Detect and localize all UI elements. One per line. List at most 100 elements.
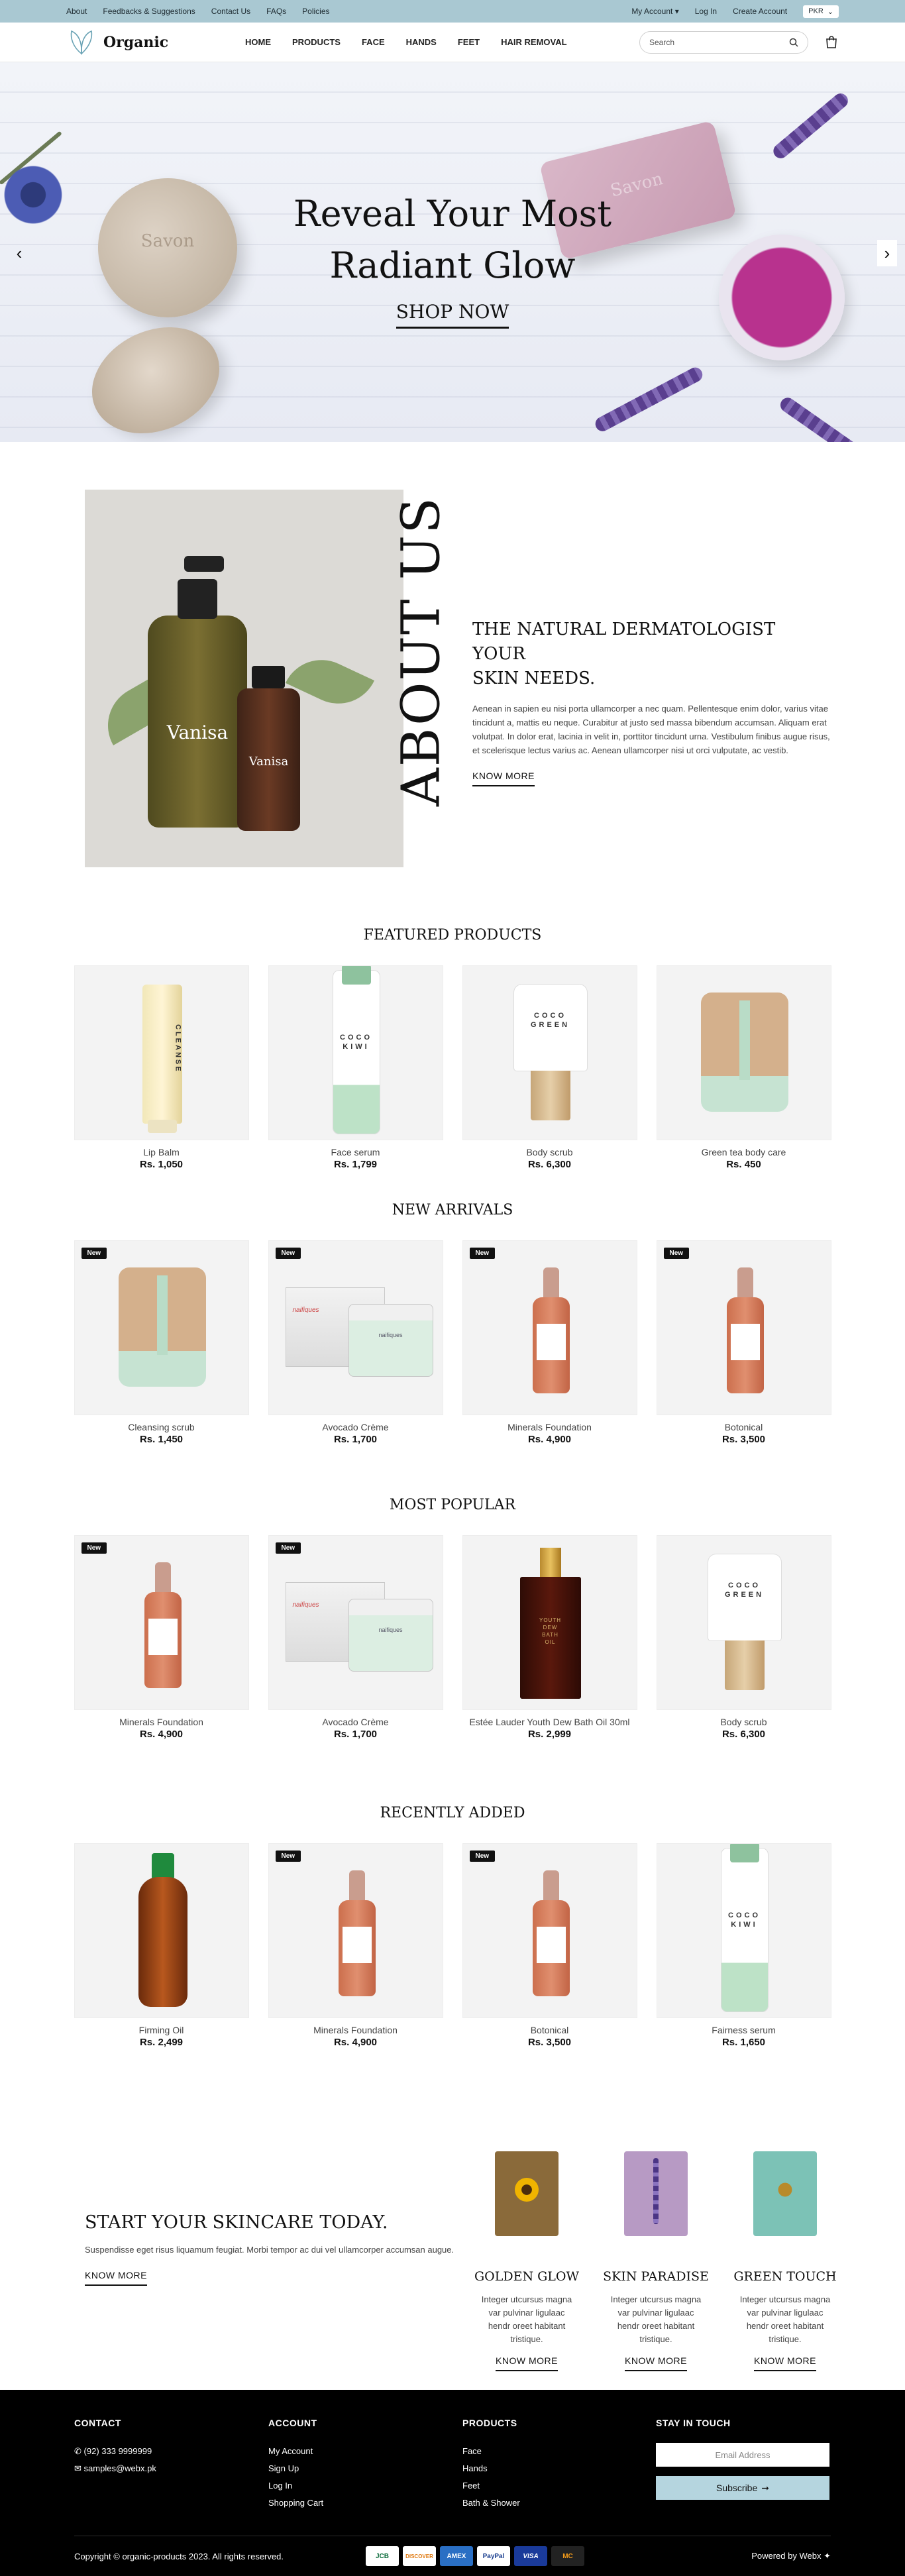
product-image[interactable]: New naifiques naifiques	[268, 1535, 443, 1710]
product-card[interactable]: CLEANSE Lip Balm Rs. 1,050	[74, 965, 249, 1170]
footer-bath-shower[interactable]: Bath & Shower	[462, 2495, 520, 2512]
product-name[interactable]: Estée Lauder Youth Dew Bath Oil 30ml	[462, 1716, 637, 1729]
product-price: Rs. 1,700	[333, 1434, 378, 1445]
cart-icon[interactable]	[824, 35, 839, 50]
product-card[interactable]: New Botonical Rs. 3,500	[656, 1240, 831, 1445]
product-card[interactable]: YOUTH DEW BATH OIL Estée Lauder Youth Dew Ba…	[462, 1535, 637, 1740]
product-card[interactable]: New Botonical Rs. 3,500	[462, 1843, 637, 2048]
slider-prev-chevron-left-icon[interactable]: ‹	[9, 240, 29, 266]
nav-hair-removal[interactable]: HAIR REMOVAL	[501, 37, 566, 47]
about-section: Vanisa Vanisa ABOUT US THE NATURAL DERMA…	[0, 442, 905, 906]
product-card[interactable]: COCO GREEN Body scrub Rs. 6,300	[462, 965, 637, 1170]
footer-my-account[interactable]: My Account	[268, 2443, 323, 2460]
product-image[interactable]: New	[268, 1843, 443, 2018]
product-name[interactable]: Botonical	[462, 2024, 637, 2037]
product-name[interactable]: Minerals Foundation	[268, 2024, 443, 2037]
link-about[interactable]: About	[66, 7, 87, 16]
footer-sign-up[interactable]: Sign Up	[268, 2460, 323, 2477]
newsletter-email-input[interactable]: Email Address	[656, 2443, 829, 2467]
product-name[interactable]: Cleansing scrub	[74, 1421, 249, 1434]
product-image[interactable]: COCO KIWI	[268, 965, 443, 1140]
product-name[interactable]: Body scrub	[657, 1716, 831, 1729]
footer-phone[interactable]: (92) 333 9999999	[84, 2446, 152, 2456]
footer-shopping-cart[interactable]: Shopping Cart	[268, 2495, 323, 2512]
product-card[interactable]: New Minerals Foundation Rs. 4,900	[74, 1535, 249, 1740]
product-name[interactable]: Avocado Crème	[268, 1421, 443, 1434]
product-card[interactable]: COCO KIWI Face serum Rs. 1,799	[268, 965, 443, 1170]
product-name[interactable]: Fairness serum	[657, 2024, 831, 2037]
product-name[interactable]: Lip Balm	[74, 1146, 249, 1159]
create-account-link[interactable]: Create Account	[733, 7, 787, 16]
link-policies[interactable]: Policies	[302, 7, 329, 16]
feature-body: Integer utcursus magna var pulvinar ligu…	[610, 2294, 702, 2344]
product-price: Rs. 4,900	[139, 1729, 184, 1740]
footer-face[interactable]: Face	[462, 2443, 520, 2460]
product-card[interactable]: Green tea body care Rs. 450	[656, 965, 831, 1170]
search-icon[interactable]	[789, 38, 798, 47]
product-card[interactable]: COCO KIWI Fairness serum Rs. 1,650	[656, 1843, 831, 2048]
product-image[interactable]: New	[462, 1843, 637, 2018]
new-badge: New	[275, 1542, 301, 1554]
product-card[interactable]: Firming Oil Rs. 2,499	[74, 1843, 249, 2048]
nav-face[interactable]: FACE	[362, 37, 385, 47]
skin-paradise-know-more-link[interactable]: KNOW MORE	[625, 2355, 687, 2371]
my-account-dropdown[interactable]: My Account ▾	[631, 7, 678, 16]
link-faqs[interactable]: FAQs	[266, 7, 286, 16]
nav-products[interactable]: PRODUCTS	[292, 37, 341, 47]
product-image[interactable]: New naifiques naifiques	[268, 1240, 443, 1415]
product-card[interactable]: COCO GREEN Body scrub Rs. 6,300	[656, 1535, 831, 1740]
product-card[interactable]: New Cleansing scrub Rs. 1,450	[74, 1240, 249, 1445]
link-feedbacks[interactable]: Feedbacks & Suggestions	[103, 7, 195, 16]
cream-jar-image: naifiques	[348, 1304, 433, 1377]
product-card[interactable]: New naifiques naifiques Avocado Crème Rs. 1,…	[268, 1535, 443, 1740]
subscribe-button[interactable]: Subscribe ➞	[656, 2476, 829, 2500]
slider-next-chevron-right-icon[interactable]: ›	[877, 240, 897, 266]
product-name[interactable]: Green tea body care	[657, 1146, 831, 1159]
new-badge: New	[469, 1851, 496, 1862]
footer-feet[interactable]: Feet	[462, 2477, 520, 2495]
product-image[interactable]: New	[462, 1240, 637, 1415]
product-name[interactable]: Botonical	[657, 1421, 831, 1434]
product-name[interactable]: Avocado Crème	[268, 1716, 443, 1729]
product-image[interactable]: YOUTH DEW BATH OIL	[462, 1535, 637, 1710]
product-image[interactable]	[656, 965, 831, 1140]
about-know-more-link[interactable]: KNOW MORE	[472, 771, 535, 786]
skincare-know-more-link[interactable]: KNOW MORE	[85, 2270, 147, 2286]
currency-select[interactable]: PKR ⌄	[803, 5, 839, 18]
product-image[interactable]: New	[74, 1240, 249, 1415]
link-contact[interactable]: Contact Us	[211, 7, 250, 16]
footer-log-in[interactable]: Log In	[268, 2477, 323, 2495]
product-price: Rs. 450	[726, 1159, 761, 1170]
product-image[interactable]: COCO KIWI	[656, 1843, 831, 2018]
logo-text: Organic	[103, 33, 169, 51]
currency-value: PKR	[808, 7, 824, 15]
product-name[interactable]: Minerals Foundation	[74, 1716, 249, 1729]
footer-email[interactable]: samples@webx.pk	[84, 2463, 156, 2473]
nav-feet[interactable]: FEET	[458, 37, 480, 47]
shop-now-button[interactable]: SHOP NOW	[396, 301, 509, 329]
product-image[interactable]: New	[74, 1535, 249, 1710]
product-name[interactable]: Face serum	[268, 1146, 443, 1159]
nav-home[interactable]: HOME	[245, 37, 271, 47]
powered-by[interactable]: Powered by Webx	[751, 2551, 821, 2561]
product-image[interactable]: COCO GREEN	[656, 1535, 831, 1710]
footer-hands[interactable]: Hands	[462, 2460, 520, 2477]
product-card[interactable]: New Minerals Foundation Rs. 4,900	[268, 1843, 443, 2048]
product-card[interactable]: New Minerals Foundation Rs. 4,900	[462, 1240, 637, 1445]
search-input[interactable]: Search	[639, 30, 808, 54]
golden-glow-know-more-link[interactable]: KNOW MORE	[496, 2355, 558, 2371]
login-link[interactable]: Log In	[695, 7, 717, 16]
product-image[interactable]	[74, 1843, 249, 2018]
product-name[interactable]: Firming Oil	[74, 2024, 249, 2037]
product-image[interactable]: CLEANSE	[74, 965, 249, 1140]
jcb-card-icon: JCB	[366, 2546, 399, 2566]
product-card[interactable]: New naifiques naifiques Avocado Crème Rs. 1,…	[268, 1240, 443, 1445]
logo[interactable]: Organic	[66, 27, 245, 58]
product-name[interactable]: Minerals Foundation	[462, 1421, 637, 1434]
nav-hands[interactable]: HANDS	[406, 37, 437, 47]
product-name[interactable]: Body scrub	[462, 1146, 637, 1159]
product-image[interactable]: New	[656, 1240, 831, 1415]
product-image[interactable]: COCO GREEN	[462, 965, 637, 1140]
product-section: FEATURED PRODUCTS CLEANSE Lip Balm Rs. 1,05…	[0, 906, 905, 1181]
green-touch-know-more-link[interactable]: KNOW MORE	[754, 2355, 816, 2371]
